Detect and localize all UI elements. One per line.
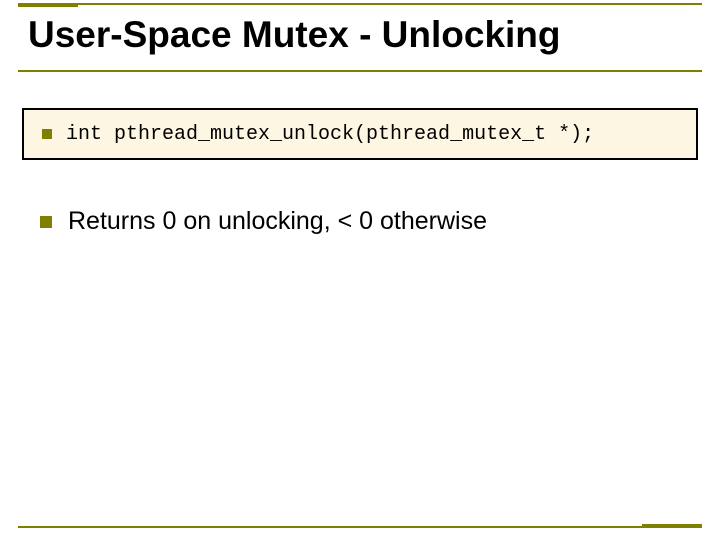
square-bullet-icon bbox=[40, 216, 52, 228]
top-decorative-line-thick bbox=[18, 3, 78, 7]
top-decorative-line bbox=[18, 3, 702, 5]
code-text: int pthread_mutex_unlock(pthread_mutex_t… bbox=[66, 123, 594, 146]
body-bullet-row: Returns 0 on unlocking, < 0 otherwise bbox=[40, 207, 700, 236]
title-underline bbox=[18, 70, 702, 72]
square-bullet-icon bbox=[42, 129, 52, 139]
code-box: int pthread_mutex_unlock(pthread_mutex_t… bbox=[22, 108, 698, 160]
body-text: Returns 0 on unlocking, < 0 otherwise bbox=[68, 207, 487, 236]
bottom-decorative-line-thick bbox=[642, 524, 702, 528]
bottom-decorative-line bbox=[18, 526, 702, 528]
slide-title: User-Space Mutex - Unlocking bbox=[28, 14, 700, 56]
slide: User-Space Mutex - Unlocking int pthread… bbox=[0, 0, 720, 540]
